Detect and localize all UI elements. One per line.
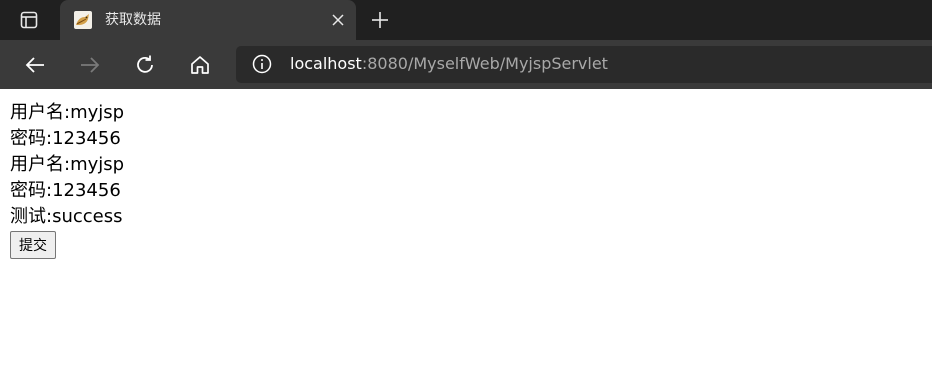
username-line: 用户名:myjsp (10, 154, 125, 175)
forward-arrow-icon (81, 57, 100, 73)
refresh-icon (137, 55, 153, 73)
browser-tab[interactable]: 获取数据 (60, 0, 356, 40)
tab-close-button[interactable] (328, 10, 348, 30)
page-content: 用户名:myjsp 密码:123456 用户名:myjsp 密码:123456 … (10, 100, 124, 259)
test-line: 测试:success (10, 206, 123, 227)
url-path: :8080/MyselfWeb/MyjspServlet (361, 54, 608, 73)
forward-button[interactable] (76, 51, 104, 79)
info-icon[interactable] (252, 54, 272, 74)
navigation-toolbar: localhost:8080/MyselfWeb/MyjspServlet (0, 40, 932, 89)
tab-strip: 获取数据 (0, 0, 932, 40)
password-line: 密码:123456 (10, 180, 121, 201)
back-button[interactable] (21, 51, 49, 79)
address-bar[interactable]: localhost:8080/MyselfWeb/MyjspServlet (236, 46, 932, 83)
tab-title: 获取数据 (105, 12, 161, 28)
tomcat-icon (74, 11, 92, 29)
plus-icon (372, 12, 388, 28)
home-button[interactable] (186, 51, 214, 79)
tab-actions-icon (20, 11, 38, 29)
username-line: 用户名:myjsp (10, 102, 125, 123)
tab-actions-button[interactable] (12, 8, 46, 32)
url-text[interactable]: localhost:8080/MyselfWeb/MyjspServlet (290, 54, 608, 74)
refresh-button[interactable] (131, 51, 159, 79)
home-icon (191, 56, 209, 74)
submit-button[interactable]: 提交 (10, 231, 56, 259)
password-line: 密码:123456 (10, 128, 121, 149)
close-icon (332, 14, 344, 26)
back-arrow-icon (25, 57, 44, 73)
url-host: localhost (290, 54, 362, 73)
new-tab-button[interactable] (368, 8, 392, 32)
